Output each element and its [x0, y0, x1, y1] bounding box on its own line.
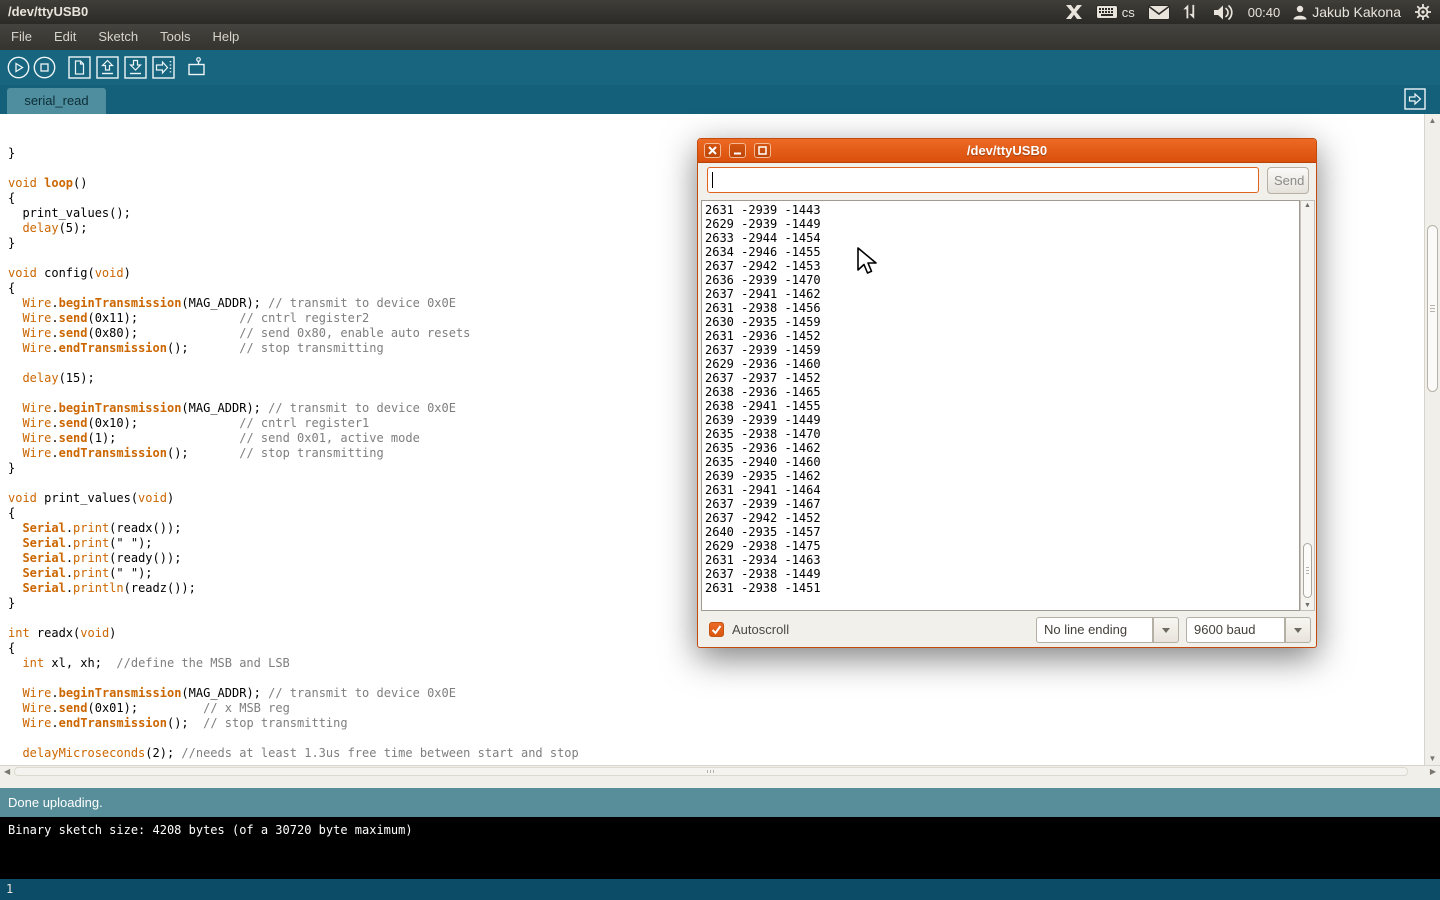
user-name: Jakub Kakona — [1312, 4, 1401, 20]
scroll-down-arrow-icon[interactable]: ▼ — [1425, 754, 1440, 763]
ide-toolbar — [0, 50, 1440, 85]
scroll-right-arrow-icon[interactable]: ▶ — [1430, 766, 1436, 777]
stop-button[interactable] — [32, 55, 57, 80]
baud-rate-select[interactable]: 9600 baud — [1186, 617, 1285, 643]
menu-tools[interactable]: Tools — [149, 24, 201, 50]
verify-button[interactable] — [6, 55, 31, 80]
build-console: Binary sketch size: 4208 bytes (of a 307… — [0, 817, 1440, 879]
status-message: Done uploading. — [8, 795, 103, 810]
send-button[interactable]: Send — [1267, 167, 1309, 194]
editor-vertical-scrollbar[interactable]: ▲ ▼ — [1424, 114, 1440, 765]
tab-menu-button[interactable] — [1404, 88, 1426, 110]
up-arrow-icon — [95, 55, 120, 80]
system-tray: cs 00:40 Jakub Kakona — [1065, 0, 1440, 24]
line-indicator: 1 — [6, 882, 13, 896]
baud-rate-dropdown-button[interactable] — [1285, 617, 1311, 643]
text-caret — [712, 172, 713, 188]
menu-sketch[interactable]: Sketch — [87, 24, 149, 50]
serial-scroll-up-icon[interactable]: ▲ — [1301, 202, 1314, 209]
user-icon — [1293, 5, 1307, 20]
active-window-title: /dev/ttyUSB0 — [8, 0, 88, 24]
sync-arrows-icon[interactable] — [1183, 4, 1200, 21]
menu-file[interactable]: File — [0, 24, 43, 50]
chevron-down-icon — [1294, 628, 1302, 633]
serial-scroll-down-icon[interactable]: ▼ — [1301, 602, 1314, 609]
scroll-up-arrow-icon[interactable]: ▲ — [1425, 116, 1440, 125]
editor-hscroll-thumb[interactable] — [14, 767, 1408, 776]
open-button[interactable] — [95, 55, 120, 80]
menu-edit[interactable]: Edit — [43, 24, 87, 50]
line-ending-select[interactable]: No line ending — [1036, 617, 1153, 643]
serial-input[interactable] — [707, 167, 1259, 193]
mouse-cursor — [856, 246, 878, 281]
session-gear-icon[interactable] — [1414, 3, 1432, 21]
menu-help[interactable]: Help — [201, 24, 250, 50]
stop-icon — [32, 55, 57, 80]
clock[interactable]: 00:40 — [1248, 5, 1281, 20]
autoscroll-checkbox[interactable] — [709, 622, 724, 637]
mail-icon[interactable] — [1148, 5, 1170, 20]
tab-serial-read[interactable]: serial_read — [7, 88, 106, 114]
scroll-left-arrow-icon[interactable]: ◀ — [4, 766, 10, 777]
new-file-icon — [67, 55, 92, 80]
play-icon — [6, 55, 31, 80]
upload-button[interactable] — [151, 55, 176, 80]
serial-scrollbar[interactable]: ▲ ▼ — [1300, 200, 1315, 611]
keyboard-layout-label: cs — [1122, 5, 1135, 20]
user-menu[interactable]: Jakub Kakona — [1293, 4, 1401, 20]
serial-output: 2631 -2939 -14432629 -2939 -14492633 -29… — [702, 201, 1299, 595]
autoscroll-label: Autoscroll — [732, 613, 789, 647]
editor-horizontal-scrollbar[interactable]: ◀ ▶ — [0, 765, 1440, 777]
serial-monitor-button[interactable] — [184, 55, 209, 80]
serial-monitor-window: /dev/ttyUSB0 Send 2631 -2939 -14432629 -… — [697, 138, 1317, 648]
checkmark-icon — [710, 623, 723, 636]
menu-bar: File Edit Sketch Tools Help — [0, 24, 1440, 50]
serial-monitor-controls: Autoscroll No line ending 9600 baud — [698, 613, 1316, 647]
save-button[interactable] — [123, 55, 148, 80]
down-arrow-icon — [123, 55, 148, 80]
serial-window-titlebar[interactable]: /dev/ttyUSB0 — [698, 139, 1316, 163]
line-ending-dropdown-button[interactable] — [1153, 617, 1179, 643]
volume-icon[interactable] — [1213, 4, 1235, 21]
editor-bottom-strip — [0, 777, 1440, 788]
status-bar: Done uploading. — [0, 788, 1440, 817]
chevron-down-icon — [1162, 628, 1170, 633]
tab-menu-arrow-icon — [1404, 88, 1426, 110]
right-arrow-icon — [151, 55, 176, 80]
console-text: Binary sketch size: 4208 bytes (of a 307… — [8, 823, 413, 837]
serial-window-title: /dev/ttyUSB0 — [698, 139, 1316, 162]
editor-vscroll-thumb[interactable] — [1427, 225, 1438, 392]
serial-scroll-thumb[interactable] — [1303, 543, 1312, 598]
new-sketch-button[interactable] — [67, 55, 92, 80]
tab-bar: serial_read — [0, 85, 1440, 114]
top-panel: /dev/ttyUSB0 cs 00:40 Jakub Kakona — [0, 0, 1440, 24]
line-indicator-bar: 1 — [0, 879, 1440, 900]
keyboard-layout-icon[interactable]: cs — [1096, 5, 1135, 20]
tray-app-icon[interactable] — [1065, 4, 1083, 20]
serial-monitor-icon — [184, 55, 209, 80]
serial-output-area: 2631 -2939 -14432629 -2939 -14492633 -29… — [701, 200, 1300, 611]
